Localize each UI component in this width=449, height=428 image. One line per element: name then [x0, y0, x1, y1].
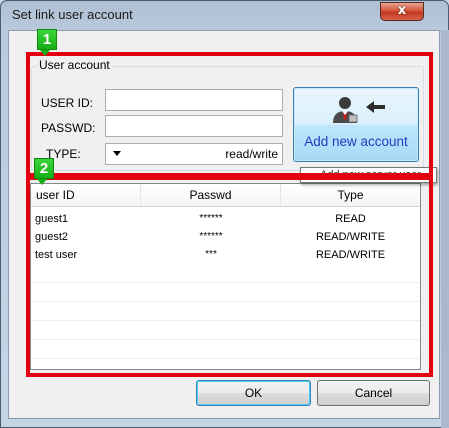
close-button[interactable]: x	[380, 2, 424, 21]
window-edge-shadow	[441, 30, 449, 428]
annotation-badge-pointer	[37, 179, 47, 185]
window-title: Set link user account	[12, 7, 133, 22]
cancel-button[interactable]: Cancel	[317, 380, 430, 406]
ok-button[interactable]: OK	[196, 380, 311, 406]
annotation-badge-2: 2	[34, 158, 54, 179]
close-x-icon: x	[397, 3, 407, 18]
annotation-badge-pointer	[40, 50, 50, 56]
annotation-frame-1	[26, 52, 433, 177]
annotation-badge-1: 1	[37, 29, 57, 50]
annotation-frame-2	[26, 176, 433, 377]
